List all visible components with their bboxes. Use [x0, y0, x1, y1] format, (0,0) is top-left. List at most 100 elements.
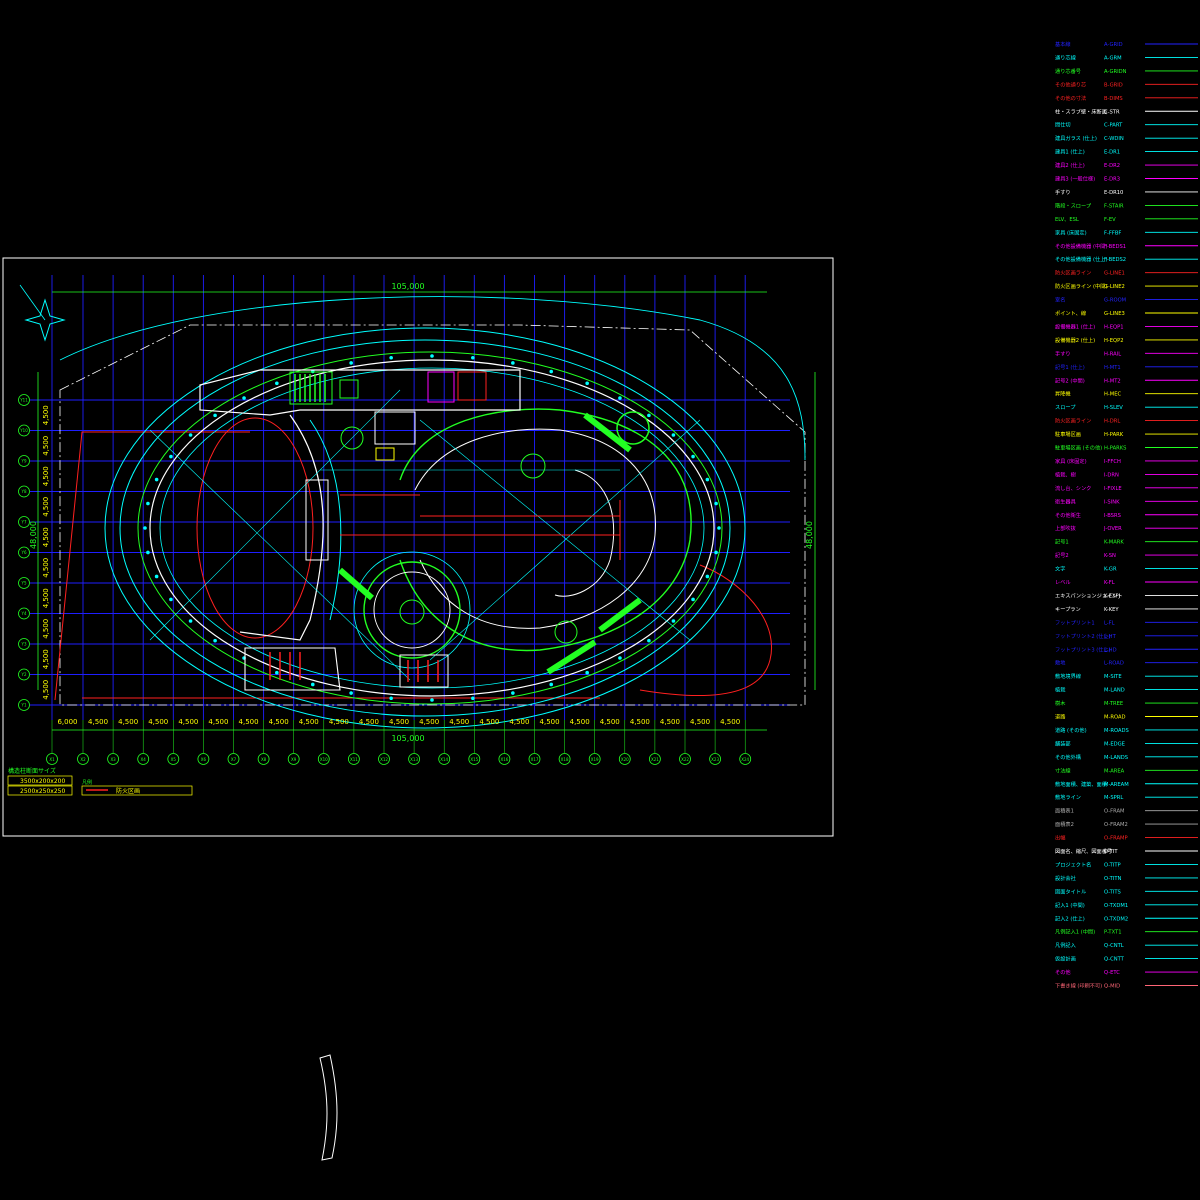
- perimeter-column: [691, 597, 695, 602]
- column-tag-label: X4: [141, 757, 147, 762]
- layer-name: 建具2 (仕上): [1055, 161, 1085, 169]
- perimeter-column: [146, 550, 150, 555]
- perimeter-column: [213, 638, 217, 643]
- perimeter-column: [310, 682, 315, 687]
- layer-name: 衛生器具: [1055, 497, 1076, 505]
- bottom-span-label: 4,500: [600, 718, 620, 726]
- layer-name: 防火区画ライン: [1055, 269, 1091, 277]
- row-tag-label: Y3: [21, 642, 27, 647]
- top-total-dimension: 105,000: [391, 282, 424, 291]
- perimeter-column: [188, 619, 193, 623]
- column-tag-label: X19: [591, 757, 599, 762]
- layer-code: M-ROAD: [1104, 715, 1126, 721]
- layer-name: その他衛生: [1055, 511, 1081, 519]
- layer-code: K-KEY: [1104, 607, 1119, 613]
- perimeter-column: [389, 355, 393, 360]
- layer-code: M-LAND: [1104, 688, 1125, 694]
- layer-code: E-DR3: [1104, 177, 1120, 183]
- layer-name: 柱・スラブ壁・床断面: [1055, 107, 1107, 115]
- perimeter-column: [647, 638, 651, 643]
- column-legend-row-1: 3500x200x200: [20, 778, 65, 785]
- layer-name: 道路 (その他): [1055, 726, 1087, 734]
- layer-code: I-FIXLE: [1104, 486, 1122, 492]
- layer-name: スロープ: [1055, 404, 1076, 411]
- layer-code: M-ROADS: [1104, 728, 1129, 734]
- perimeter-column: [549, 369, 554, 374]
- layer-name: フットプリント2 (仕上): [1055, 632, 1111, 640]
- layer-code: Q-MID: [1104, 984, 1120, 990]
- layer-code: H-DRL: [1104, 419, 1120, 425]
- perimeter-column: [717, 526, 721, 530]
- layer-code: H-PARKS: [1104, 446, 1126, 452]
- layer-name: 室名: [1055, 296, 1065, 304]
- layer-code: M-AREA: [1104, 768, 1125, 774]
- layer-code: I-FFCH: [1104, 459, 1121, 465]
- perimeter-column: [169, 454, 173, 459]
- layer-name: 記入1 (中間): [1055, 901, 1085, 909]
- layer-name: 通り芯番号: [1055, 67, 1081, 75]
- layer-name: 昇降機: [1055, 390, 1071, 398]
- row-tag-label: Y8: [21, 489, 27, 494]
- column-tag-label: X17: [531, 757, 539, 762]
- layer-name: 家具 (床固定): [1055, 457, 1087, 465]
- layer-code: L-HD: [1104, 647, 1117, 653]
- left-span-label: 4,500: [42, 588, 50, 608]
- bottom-span-label: 4,500: [389, 718, 409, 726]
- bottom-span-label: 4,500: [329, 718, 349, 726]
- layer-name: 寸法線: [1055, 766, 1071, 774]
- perimeter-column: [154, 574, 159, 579]
- layer-name: 設備機器2 (仕上): [1055, 336, 1095, 344]
- layer-code: G-LINE2: [1104, 284, 1125, 290]
- perimeter-column: [585, 381, 589, 386]
- layer-code: H-MEC: [1104, 392, 1122, 398]
- bottom-span-label: 4,500: [299, 718, 319, 726]
- column-tag-label: X12: [380, 757, 388, 762]
- layer-code: H-MT1: [1104, 365, 1121, 371]
- layer-code: Q-ETC: [1104, 970, 1120, 976]
- layer-code: H-EQP2: [1104, 338, 1124, 344]
- layer-name: 上部吹抜: [1055, 524, 1077, 532]
- perimeter-column: [275, 670, 279, 675]
- perimeter-column: [430, 354, 434, 358]
- layer-name: ポイント、線: [1055, 309, 1086, 317]
- layer-name: 防火区画ライン (中間): [1055, 282, 1107, 290]
- perimeter-column: [349, 361, 353, 365]
- layer-code: F-STAIR: [1104, 203, 1124, 209]
- bottom-span-label: 4,500: [239, 718, 259, 726]
- layer-code: Q-CNTL: [1104, 943, 1124, 949]
- perimeter-column: [430, 698, 434, 702]
- bottom-span-label: 4,500: [359, 718, 379, 726]
- layer-name: 通り芯線: [1055, 53, 1076, 61]
- left-span-label: 4,500: [42, 466, 50, 486]
- layer-name: 樹木: [1055, 699, 1066, 707]
- bottom-span-label: 4,500: [690, 718, 710, 726]
- layer-name: 記号2: [1055, 551, 1069, 559]
- layer-code: I-SINK: [1104, 499, 1120, 505]
- layer-name: 仮設計画: [1055, 955, 1076, 963]
- layer-code: G-LINE1: [1104, 271, 1125, 277]
- layer-code: O-TXDM2: [1104, 916, 1128, 922]
- layer-code: G-ROOM: [1104, 298, 1126, 304]
- left-span-label: 4,500: [42, 619, 50, 639]
- layer-code: K-MARK: [1104, 540, 1124, 546]
- column-tag-label: X5: [171, 757, 177, 762]
- layer-code: A-GRM: [1104, 55, 1122, 61]
- column-tag-label: X16: [500, 757, 508, 762]
- row-tag-label: Y9: [21, 459, 27, 464]
- bottom-span-label: 4,500: [660, 718, 680, 726]
- row-tag-label: Y4: [21, 611, 27, 616]
- perimeter-column: [389, 696, 393, 701]
- layer-code: L-HT: [1104, 634, 1117, 640]
- cad-drawing-canvas: 105,000 105,000 48,000 48,000 6,000 4,500…: [0, 0, 1200, 1200]
- perimeter-column: [618, 656, 622, 660]
- layer-name: プロジェクト名: [1055, 860, 1091, 868]
- bottom-span-label: 4,500: [269, 718, 289, 726]
- column-tag-label: X15: [470, 757, 478, 762]
- column-tag-label: X6: [201, 757, 207, 762]
- left-span-label: 4,500: [42, 527, 50, 547]
- column-legend-row-2: 2500x250x250: [20, 788, 65, 795]
- layer-code: O-FRAM2: [1104, 822, 1128, 828]
- layer-name: 階段・スロープ: [1055, 201, 1092, 209]
- layer-name: キープラン: [1055, 606, 1081, 613]
- layer-code: H-PARK: [1104, 432, 1124, 438]
